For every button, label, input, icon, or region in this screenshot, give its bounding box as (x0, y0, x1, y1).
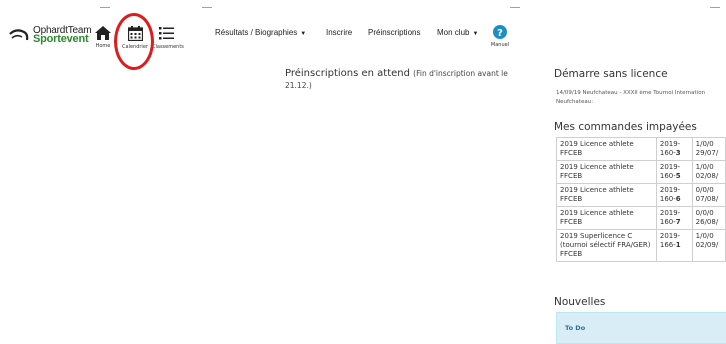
news-title: Nouvelles (554, 296, 606, 308)
order-ref-number: 1 (675, 241, 681, 249)
help-icon: ? (493, 25, 507, 39)
order-ref: 2019-166-1 (655, 229, 693, 262)
order-qty: 1/0/0 (695, 163, 714, 171)
order-date: 26/08/ (695, 218, 719, 226)
order-status: 1/0/0 29/07/ (691, 137, 726, 161)
table-row[interactable]: 2019 Licence athlete FFCEB 2019-160-6 0/0/… (556, 183, 726, 207)
chevron-down-icon: ▼ (300, 31, 307, 37)
order-date: 02/09/ (695, 241, 719, 249)
order-status: 0/0/0 26/08/ (691, 206, 726, 230)
order-date: 29/07/ (695, 149, 719, 157)
order-name: 2019 Licence athlete FFCEB (556, 160, 657, 184)
menu-monclub[interactable]: Mon club ▼ (437, 28, 478, 37)
order-status: 1/0/0 02/08/ (691, 160, 726, 184)
menu-preinscriptions[interactable]: Préinscriptions (368, 28, 420, 37)
order-ref-number: 3 (675, 149, 681, 157)
order-ref-number: 5 (675, 172, 681, 180)
menu-resultats[interactable]: Résultats / Biographies ▼ (215, 28, 306, 37)
menu-resultats-label: Résultats / Biographies (215, 28, 298, 37)
nav-manuel[interactable]: ? Manuel (488, 25, 512, 48)
nav-home[interactable]: Home (92, 26, 114, 49)
order-ref-number: 7 (675, 218, 681, 226)
order-date: 02/08/ (695, 172, 719, 180)
order-qty: 0/0/0 (695, 209, 714, 217)
orders-table: 2019 Licence athlete FFCEB 2019-160-3 1/0/… (556, 137, 726, 262)
order-qty: 1/0/0 (695, 140, 714, 148)
licence-title: Démarre sans licence (554, 68, 668, 80)
list-icon (158, 27, 174, 40)
orders-title: Mes commandes impayées (554, 121, 697, 133)
order-ref: 2019-160-3 (655, 137, 693, 161)
nav-classements[interactable]: Classements (152, 26, 184, 50)
order-name: 2019 Licence athlete FFCEB (556, 206, 657, 230)
table-row[interactable]: 2019 Licence athlete FFCEB 2019-160-7 0/0/… (556, 206, 726, 230)
todo-label: To Do (565, 324, 586, 332)
nav-manuel-label: Manuel (490, 42, 510, 48)
menu-inscrire-label: Inscrire (326, 28, 353, 37)
order-name: 2019 Superlicence C (tournoi sélectif FR… (556, 229, 657, 262)
order-date: 07/08/ (695, 195, 719, 203)
order-status: 0/0/0 07/08/ (691, 183, 726, 207)
order-ref: 2019-160-7 (655, 206, 693, 230)
page-title: Préinscriptions en attend (285, 68, 410, 79)
menu-preinscriptions-label: Préinscriptions (368, 28, 421, 37)
licence-entry-line1: 14/09/19 Neufchateau - XXXII ème Tournoi… (556, 90, 706, 96)
chevron-down-icon: ▼ (472, 31, 479, 37)
licence-entry-line2: Neufchateau: (556, 99, 594, 105)
table-row[interactable]: 2019 Superlicence C (tournoi sélectif FR… (556, 229, 726, 262)
nav-home-label: Home (95, 43, 111, 49)
order-name: 2019 Licence athlete FFCEB (556, 183, 657, 207)
order-qty: 1/0/0 (695, 232, 714, 240)
brand-line2: Sportevent (33, 33, 89, 45)
order-ref: 2019-160-6 (655, 183, 693, 207)
table-row[interactable]: 2019 Licence athlete FFCEB 2019-160-3 1/0/… (556, 137, 726, 161)
logo-swoosh-icon (9, 29, 29, 41)
svg-text:?: ? (497, 28, 503, 39)
table-row[interactable]: 2019 Licence athlete FFCEB 2019-160-5 1/0/… (556, 160, 726, 184)
home-icon (95, 26, 111, 40)
order-name: 2019 Licence athlete FFCEB (556, 137, 657, 161)
preinscriptions-heading: Préinscriptions en attend (Fin d'inscrip… (285, 68, 535, 92)
order-ref: 2019-160-5 (655, 160, 693, 184)
brand-logo[interactable]: OphardtTeam Sportevent (8, 26, 92, 45)
top-navbar: OphardtTeam Sportevent Home Calendrier C… (0, 0, 726, 70)
licence-entry[interactable]: 14/09/19 Neufchateau - XXXII ème Tournoi… (556, 89, 705, 107)
order-status: 1/0/0 02/09/ (691, 229, 726, 262)
nav-classements-label: Classements (152, 44, 184, 50)
order-qty: 0/0/0 (695, 186, 714, 194)
todo-panel: To Do (556, 312, 726, 344)
annotation-circle (114, 13, 154, 70)
order-ref-number: 6 (675, 195, 681, 203)
menu-monclub-label: Mon club (437, 28, 470, 37)
menu-inscrire[interactable]: Inscrire (326, 28, 352, 37)
